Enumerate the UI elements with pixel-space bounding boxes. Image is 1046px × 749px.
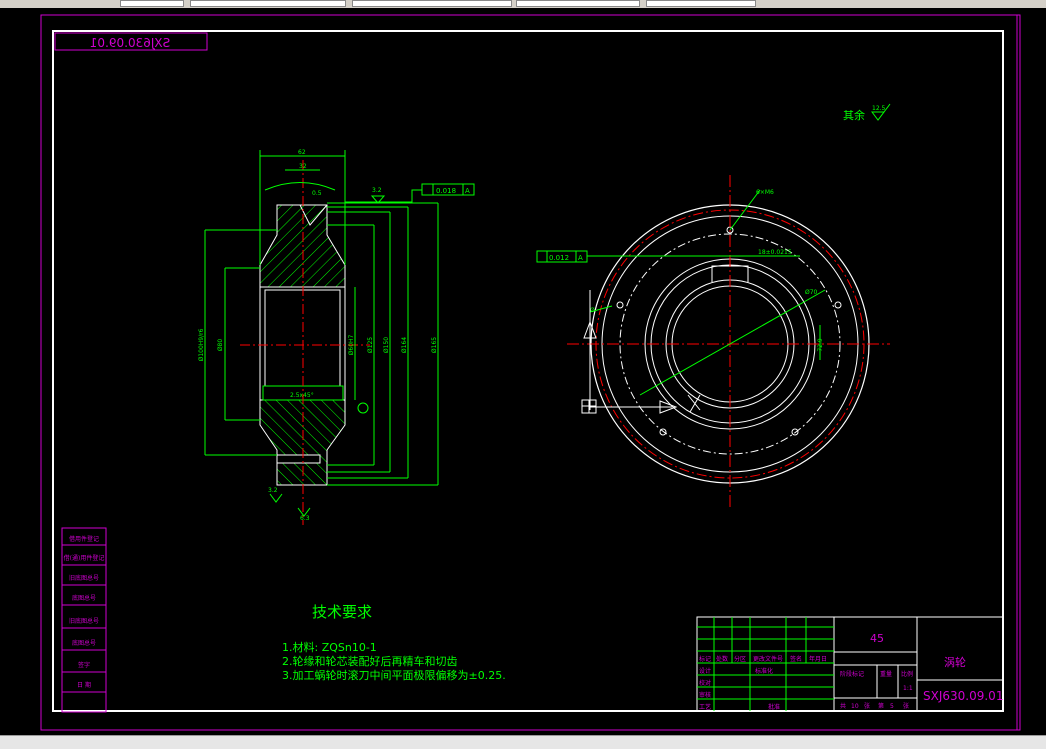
scale-value: 1:1 <box>903 685 913 692</box>
status-bar <box>0 735 1046 749</box>
tech-requirements-title: 技术要求 <box>312 603 372 621</box>
tab-5[interactable] <box>646 0 756 7</box>
tolerance-value-section: 0.018 <box>436 187 456 195</box>
tolerance-datum-section: A <box>465 187 470 195</box>
roughness-c: 6.3 <box>300 515 310 522</box>
tab-4[interactable] <box>516 0 640 7</box>
side-label-4: 底图总号 <box>72 594 96 602</box>
roughness-value: 12.5 <box>872 105 886 112</box>
tech-requirement-1: 1.材料: ZQSn10-1 <box>282 640 377 654</box>
roughness-b: 3.2 <box>268 487 278 494</box>
bolt-hole-5 <box>616 301 624 309</box>
tolerance-value-face: 0.012 <box>549 254 569 262</box>
dim-d6: Ø164 <box>401 337 408 353</box>
weight-label: 重量 <box>880 670 892 678</box>
bore-dim: Ø70 <box>805 289 818 296</box>
side-label-1: 借用件登记 <box>69 535 99 543</box>
face-view: 6×M6 0.012 A 18±0.0215 Ø70 72.9 Ø <box>536 175 890 510</box>
dim-inner-width: 32 <box>299 163 307 170</box>
dim-d7: Ø165 <box>431 337 438 353</box>
dim-d2: Ø80 <box>217 339 224 352</box>
bolt-hole-4 <box>659 428 667 436</box>
sheet-num-label: 第 <box>878 702 884 710</box>
header-mark: 标记 <box>699 655 711 663</box>
tab-1[interactable] <box>120 0 184 7</box>
drawing-border <box>52 30 1004 712</box>
dim-small: 0.5 <box>312 190 322 197</box>
row-approve: 批准 <box>768 703 780 711</box>
break-mark <box>687 394 701 413</box>
side-label-2: 借(通)用件登记 <box>64 554 105 562</box>
mirrored-code-label: SXJ630.09.01 <box>90 36 170 50</box>
keyway-slot <box>276 454 321 464</box>
roughness-a: 3.2 <box>372 187 382 194</box>
row-review: 审核 <box>699 691 711 699</box>
section-view: 2.5x45° 62 32 0.5 0.018 A 3.2 Ø100H9/r6 … <box>198 149 475 525</box>
sheet-total-unit: 张 <box>864 702 870 710</box>
side-label-7: 签字 <box>78 661 90 669</box>
sheet-num-unit: 张 <box>903 702 909 710</box>
side-label-6: 底图总号 <box>72 639 96 647</box>
dim-d1: Ø100H9/r6 <box>198 328 205 361</box>
dim-d3: Ø60H7 <box>348 334 355 355</box>
bolt-dim: Ø <box>590 307 595 314</box>
row-check: 校对 <box>699 679 711 687</box>
stage-mark-label: 阶段标记 <box>840 670 864 678</box>
keyway-dim: 18±0.0215 <box>758 249 792 256</box>
title-block: 标记 处数 分区 更改文件号 签名 年月日 设计 标准化 校对 审核 工艺 批准… <box>696 616 1004 712</box>
side-dim: 72.9 <box>817 338 824 352</box>
scale-label: 比例 <box>901 670 913 678</box>
drawing-code: SXJ630.09.01 <box>923 689 1003 703</box>
datum-symbol-icon <box>357 402 369 414</box>
mirrored-code-text: SXJ630.09.01 <box>90 36 170 50</box>
tolerance-datum-face: A <box>578 254 583 262</box>
dim-d4: Ø125 <box>367 337 374 353</box>
cad-drawing-canvas[interactable]: SXJ630.09.01 其余 12.5 2.5x45° 62 32 0.5 0… <box>0 8 1046 735</box>
part-name: 涡轮 <box>944 655 966 669</box>
side-label-8: 日 期 <box>77 681 91 689</box>
revision-grid <box>697 617 834 711</box>
dim-top-width: 62 <box>298 149 306 156</box>
row-design: 设计 <box>699 667 711 675</box>
material-value: 45 <box>870 632 884 645</box>
sheet-total: 10 <box>851 703 859 710</box>
dim-arc <box>264 182 336 191</box>
tech-requirement-2: 2.轮缘和轮芯装配好后再精车和切齿 <box>282 654 458 668</box>
header-change-doc: 更改文件号 <box>753 655 783 663</box>
holes-dim: 6×M6 <box>756 189 774 196</box>
roughness-note: 其余 <box>843 108 865 122</box>
dim-d5: Ø150 <box>383 337 390 353</box>
header-date: 年月日 <box>809 655 827 663</box>
outer-sheet-border <box>40 14 1021 731</box>
tab-2[interactable] <box>190 0 346 7</box>
header-zone: 分区 <box>734 655 746 663</box>
chamfer-dim: 2.5x45° <box>290 392 314 399</box>
roughness-b-icon <box>269 493 283 503</box>
sheet-total-label: 共 <box>840 702 846 710</box>
side-label-column: 借用件登记 借(通)用件登记 旧底图总号 底图总号 旧底图总号 底图总号 签字 … <box>61 527 107 713</box>
row-process: 工艺 <box>699 703 711 711</box>
side-label-3: 旧底图总号 <box>69 574 99 582</box>
tab-3[interactable] <box>352 0 512 7</box>
window-top-bar <box>0 0 1046 8</box>
tech-requirement-3: 3.加工蜗轮时滚刀中间平面极限偏移为±0.25. <box>282 668 506 682</box>
bore-dim-line <box>639 289 826 396</box>
header-signature: 签名 <box>790 655 802 663</box>
bolt-hole-2 <box>834 301 842 309</box>
sheet-num: 5 <box>890 703 894 710</box>
bolt-hole-3 <box>791 428 799 436</box>
side-label-5: 旧底图总号 <box>69 617 99 625</box>
header-count: 处数 <box>716 655 728 663</box>
row-standard: 标准化 <box>755 667 773 675</box>
